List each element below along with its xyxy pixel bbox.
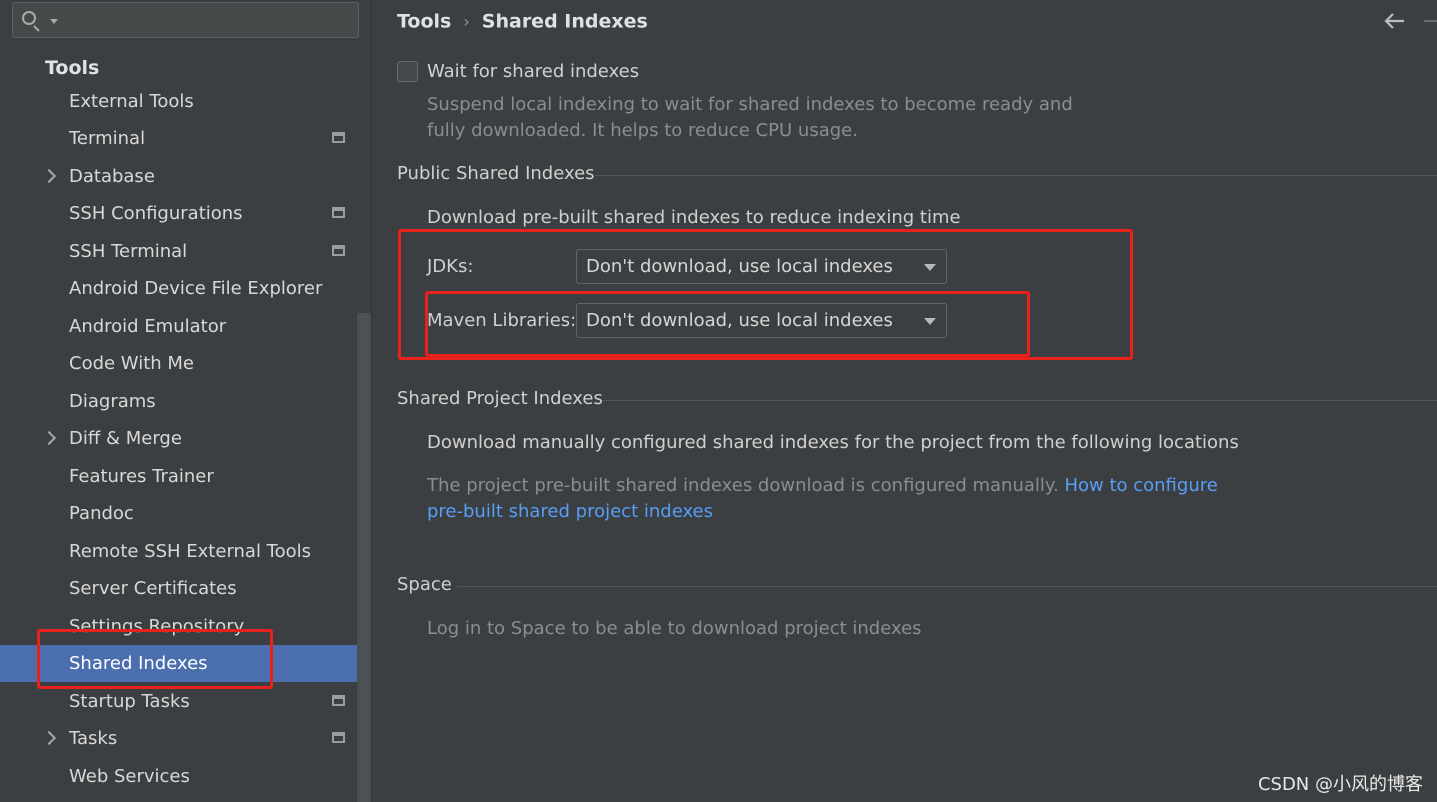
project-level-icon — [332, 695, 345, 706]
sidebar-item-label: Remote SSH External Tools — [69, 541, 312, 562]
how-to-configure-link-continued[interactable]: pre-built shared project indexes — [427, 501, 713, 522]
sidebar-item-label: Diagrams — [69, 391, 156, 412]
search-icon — [22, 11, 36, 25]
chevron-right-icon[interactable] — [41, 430, 57, 446]
sidebar-item-external-tools[interactable]: External Tools — [0, 83, 357, 120]
sidebar-item-pandoc[interactable]: Pandoc — [0, 495, 357, 532]
wait-for-shared-indexes-label[interactable]: Wait for shared indexes — [427, 61, 639, 82]
space-section-description: Log in to Space to be able to download p… — [427, 618, 922, 639]
project-level-icon — [332, 732, 345, 743]
public-section-description: Download pre-built shared indexes to red… — [427, 207, 961, 228]
settings-search-input[interactable] — [12, 2, 359, 38]
annotation-highlight-shared-indexes — [37, 629, 273, 689]
sidebar-item-label: SSH Terminal — [69, 241, 188, 262]
sidebar-item-label: Database — [69, 166, 155, 187]
sidebar-item-label: External Tools — [69, 91, 194, 112]
wait-for-shared-indexes-checkbox[interactable] — [397, 61, 418, 82]
section-divider — [603, 400, 1437, 401]
sidebar-item-label: Tasks — [69, 728, 118, 749]
wait-description-line2: fully downloaded. It helps to reduce CPU… — [427, 120, 858, 141]
project-section-description: Download manually configured shared inde… — [427, 432, 1239, 453]
sidebar-item-database[interactable]: Database — [0, 158, 357, 195]
how-to-configure-link[interactable]: How to configure — [1064, 475, 1217, 496]
sidebar-item-label: Web Services — [69, 766, 190, 787]
project-note-text: The project pre-built shared indexes dow… — [427, 475, 1059, 496]
sidebar-item-label: Pandoc — [69, 503, 134, 524]
sidebar-item-ssh-configurations[interactable]: SSH Configurations — [0, 195, 357, 232]
sidebar-group-tools[interactable]: Tools — [45, 57, 99, 79]
wait-description-line1: Suspend local indexing to wait for share… — [427, 94, 1073, 115]
sidebar-item-label: Features Trainer — [69, 466, 214, 487]
breadcrumb: Tools › Shared Indexes — [397, 10, 648, 33]
sidebar-item-diagrams[interactable]: Diagrams — [0, 383, 357, 420]
breadcrumb-separator: › — [463, 12, 470, 31]
sidebar-item-remote-ssh-external-tools[interactable]: Remote SSH External Tools — [0, 533, 357, 570]
section-divider — [595, 175, 1437, 176]
sidebar-item-label: SSH Configurations — [69, 203, 243, 224]
project-level-icon — [332, 245, 345, 256]
breadcrumb-current: Shared Indexes — [481, 10, 648, 33]
sidebar-item-terminal[interactable]: Terminal — [0, 120, 357, 157]
settings-sidebar: Tools External Tools Terminal Database S… — [0, 0, 371, 802]
sidebar-item-label: Android Emulator — [69, 316, 227, 337]
project-level-icon — [332, 132, 345, 143]
sidebar-item-server-certificates[interactable]: Server Certificates — [0, 570, 357, 607]
back-arrow-icon[interactable] — [1383, 12, 1405, 30]
sidebar-item-android-device-file-explorer[interactable]: Android Device File Explorer — [0, 270, 357, 307]
sidebar-item-label: Server Certificates — [69, 578, 237, 599]
sidebar-item-diff-merge[interactable]: Diff & Merge — [0, 420, 357, 457]
chevron-right-icon[interactable] — [41, 168, 57, 184]
sidebar-item-features-trainer[interactable]: Features Trainer — [0, 458, 357, 495]
panel-divider[interactable] — [371, 0, 372, 802]
sidebar-item-label: Diff & Merge — [69, 428, 182, 449]
sidebar-scrollbar[interactable] — [357, 313, 371, 802]
project-level-icon — [332, 207, 345, 218]
sidebar-item-label: Terminal — [69, 128, 146, 149]
scrollbar-thumb[interactable] — [360, 313, 368, 802]
breadcrumb-parent[interactable]: Tools — [397, 11, 451, 33]
search-history-dropdown-icon[interactable] — [50, 19, 58, 24]
sidebar-item-label: Android Device File Explorer — [69, 278, 323, 299]
sidebar-item-label: Code With Me — [69, 353, 194, 374]
sidebar-item-ssh-terminal[interactable]: SSH Terminal — [0, 233, 357, 270]
public-shared-indexes-title: Public Shared Indexes — [397, 163, 595, 184]
space-section-title: Space — [397, 574, 452, 595]
forward-arrow-icon[interactable] — [1424, 20, 1437, 22]
sidebar-item-tasks[interactable]: Tasks — [0, 720, 357, 757]
sidebar-item-code-with-me[interactable]: Code With Me — [0, 345, 357, 382]
project-section-note: The project pre-built shared indexes dow… — [427, 475, 1218, 496]
watermark: CSDN @小风的博客 — [1257, 774, 1423, 795]
sidebar-item-web-services[interactable]: Web Services — [0, 758, 357, 795]
section-divider — [457, 586, 1437, 587]
chevron-right-icon[interactable] — [41, 730, 57, 746]
annotation-highlight-maven-libraries — [425, 291, 1030, 357]
sidebar-item-android-emulator[interactable]: Android Emulator — [0, 308, 357, 345]
shared-project-indexes-title: Shared Project Indexes — [397, 388, 603, 409]
